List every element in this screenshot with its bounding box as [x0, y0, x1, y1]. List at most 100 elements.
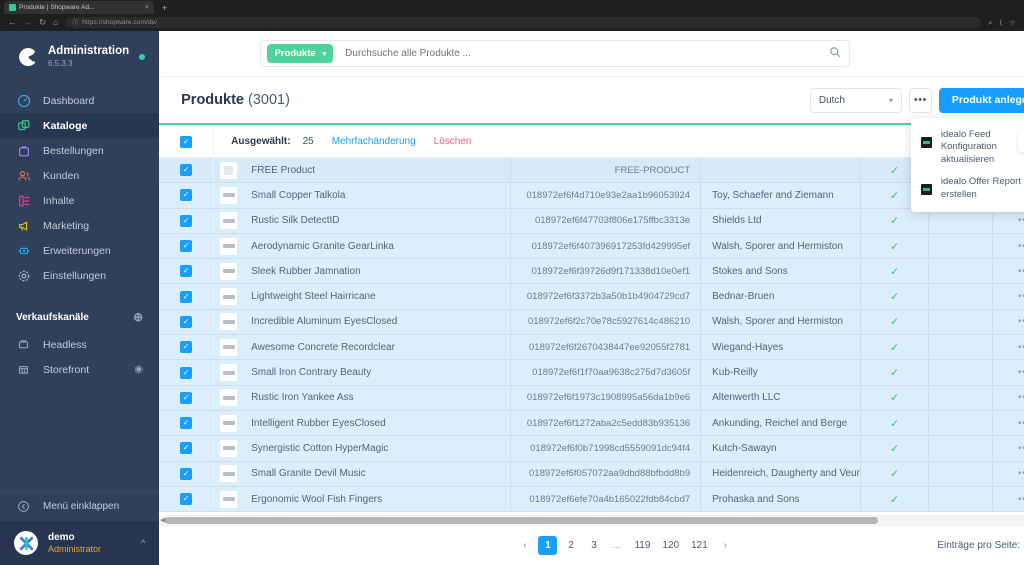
list-view-icon[interactable] [1018, 130, 1024, 152]
eye-icon[interactable]: ◉ [134, 364, 143, 375]
search-scope-button[interactable]: Produkte ▾ [267, 44, 334, 63]
row-select-cell[interactable]: ✓ [159, 436, 215, 461]
sidebar-item-storefront[interactable]: Storefront ◉ [0, 357, 159, 382]
global-search[interactable]: Produkte ▾ [260, 40, 851, 67]
row-actions-button[interactable]: ••• [993, 411, 1024, 435]
row-select-cell[interactable]: ✓ [159, 183, 215, 208]
pagination-page[interactable]: 2 [561, 536, 580, 555]
home-icon[interactable]: ⌂ [53, 18, 58, 27]
new-tab-button[interactable]: + [162, 3, 167, 14]
row-checkbox[interactable]: ✓ [180, 493, 193, 505]
pagination-page[interactable]: 119 [630, 536, 654, 555]
table-row[interactable]: ✓ Ergonomic Wool Fish Fingers 018972ef6efe… [159, 486, 1024, 513]
more-actions-button[interactable]: ••• [908, 87, 932, 113]
pagination-next[interactable]: › [716, 536, 735, 555]
row-checkbox[interactable]: ✓ [180, 164, 193, 177]
row-checkbox[interactable]: ✓ [180, 366, 193, 379]
row-select-cell[interactable]: ✓ [159, 259, 215, 284]
sidebar-item-headless[interactable]: Headless [0, 332, 159, 357]
row-select-cell[interactable]: ✓ [159, 486, 215, 512]
sidebar-item-kunden[interactable]: Kunden [0, 163, 159, 188]
chevron-up-icon[interactable]: ^ [141, 538, 145, 548]
row-checkbox[interactable]: ✓ [180, 290, 193, 303]
reload-icon[interactable]: ↻ [39, 18, 46, 27]
delete-link[interactable]: Löschen [434, 136, 472, 147]
sidebar-item-inhalte[interactable]: Inhalte [0, 188, 159, 213]
add-sales-channel-icon[interactable]: ⊕ [133, 310, 143, 324]
pagination-page[interactable]: 1 [538, 536, 558, 555]
row-checkbox[interactable]: ✓ [180, 189, 193, 202]
row-actions-button[interactable]: ••• [993, 234, 1024, 258]
search-input[interactable] [345, 48, 830, 59]
sidebar-item-kataloge[interactable]: Kataloge [0, 113, 160, 139]
row-checkbox[interactable]: ✓ [180, 442, 193, 455]
row-select-cell[interactable]: ✓ [159, 309, 215, 335]
table-row[interactable]: ✓ Rustic Iron Yankee Ass 018972ef6f1973c19… [159, 385, 1024, 411]
row-checkbox[interactable]: ✓ [180, 341, 193, 354]
language-select[interactable]: Dutch ▾ [809, 87, 902, 113]
row-checkbox[interactable]: ✓ [180, 315, 193, 328]
table-row[interactable]: ✓ Small Copper Talkola 018972ef6f4d710e93e… [159, 183, 1024, 209]
sidebar-item-erweiterungen[interactable]: Erweiterungen [0, 238, 159, 263]
menu-item-idealo-offer-report[interactable]: idealo Offer Report erstellen [911, 171, 1024, 206]
row-select-cell[interactable]: ✓ [159, 284, 215, 309]
row-checkbox[interactable]: ✓ [180, 391, 193, 404]
row-checkbox[interactable]: ✓ [180, 417, 193, 430]
row-actions-button[interactable]: ••• [993, 284, 1024, 308]
table-row[interactable]: ✓ Rustic Silk DetectID 018972ef6f47703f806… [159, 208, 1024, 234]
browser-tab[interactable]: Produkte | Shopware Ad... × [4, 1, 154, 14]
row-select-cell[interactable]: ✓ [159, 410, 215, 436]
row-actions-button[interactable]: ••• [993, 310, 1024, 334]
pagination-page[interactable]: 3 [584, 536, 603, 555]
horizontal-scrollbar[interactable]: ◀ ▶ [159, 515, 1024, 525]
pagination-page[interactable]: 121 [687, 536, 712, 555]
row-select-cell[interactable]: ✓ [159, 335, 215, 360]
row-actions-button[interactable]: ••• [993, 462, 1024, 486]
table-row[interactable]: ✓ Incredible Aluminum EyesClosed 018972ef6… [159, 309, 1024, 336]
row-select-cell[interactable]: ✓ [159, 385, 215, 410]
share-icon[interactable]: ⟨ [999, 18, 1002, 27]
table-row[interactable]: ✓ Synergistic Cotton HyperMagic 018972ef6f… [159, 436, 1024, 462]
row-select-cell[interactable]: ✓ [159, 461, 215, 486]
row-checkbox[interactable]: ✓ [180, 214, 193, 227]
table-row[interactable]: ✓FREE ProductFREE-PRODUCT✓••• [159, 158, 1024, 184]
row-select-cell[interactable]: ✓ [159, 208, 215, 233]
table-row[interactable]: ✓ Aerodynamic Granite GearLinka 018972ef6f… [159, 233, 1024, 260]
select-all-checkbox[interactable]: ✓ [180, 135, 193, 148]
menu-item-idealo-feed[interactable]: idealo Feed Konfiguration aktualisieren [911, 124, 1024, 172]
row-select-cell[interactable]: ✓ [159, 233, 215, 259]
table-row[interactable]: ✓ Small Granite Devil Music 018972ef6f0570… [159, 461, 1024, 487]
row-checkbox[interactable]: ✓ [180, 467, 193, 480]
address-bar[interactable]: ⓘ https://shopware.com/de/ [65, 17, 982, 28]
row-select-cell[interactable]: ✓ [159, 158, 215, 183]
back-icon[interactable]: ← [8, 18, 17, 27]
sidebar-item-dashboard[interactable]: Dashboard [0, 88, 159, 113]
table-row[interactable]: ✓ Awesome Concrete Recordclear 018972ef6f2… [159, 335, 1024, 361]
row-actions-button[interactable]: ••• [993, 209, 1024, 233]
row-actions-button[interactable]: ••• [993, 259, 1024, 283]
pagination-prev[interactable]: ‹ [515, 536, 534, 555]
zoom-icon[interactable]: ⌕ [988, 18, 992, 28]
collapse-menu-button[interactable]: Menü einklappen [0, 491, 160, 521]
row-actions-button[interactable]: ••• [993, 436, 1024, 460]
table-row[interactable]: ✓ Small Iron Contrary Beauty 018972ef6f1f7… [159, 360, 1024, 386]
table-row[interactable]: ✓ Sleek Rubber Jamnation 018972ef6f39726d9… [159, 259, 1024, 285]
bulk-edit-link[interactable]: Mehrfachänderung [332, 136, 416, 147]
row-actions-button[interactable]: ••• [993, 335, 1024, 359]
sidebar-item-marketing[interactable]: Marketing [0, 213, 159, 238]
row-actions-button[interactable]: ••• [993, 487, 1024, 511]
sidebar-item-einstellungen[interactable]: Einstellungen [0, 263, 159, 288]
row-checkbox[interactable]: ✓ [180, 240, 193, 253]
select-all-cell[interactable]: ✓ [159, 126, 215, 157]
pagination-page[interactable]: 120 [658, 536, 683, 555]
horizontal-scrollbar-thumb[interactable] [165, 516, 879, 524]
table-row[interactable]: ✓ Intelligent Rubber EyesClosed 018972ef6f… [159, 410, 1024, 437]
create-product-button[interactable]: Produkt anlegen ▾ [938, 87, 1024, 113]
close-icon[interactable]: × [145, 4, 149, 11]
row-select-cell[interactable]: ✓ [159, 360, 215, 385]
row-checkbox[interactable]: ✓ [180, 265, 193, 278]
sidebar-item-bestellungen[interactable]: Bestellungen [0, 138, 159, 163]
table-row[interactable]: ✓ Lightweight Steel Hairricane 018972ef6f3… [159, 284, 1024, 310]
user-menu[interactable]: demo Administrator ^ [0, 521, 160, 565]
bookmark-star-icon[interactable]: ☆ [1009, 18, 1016, 27]
